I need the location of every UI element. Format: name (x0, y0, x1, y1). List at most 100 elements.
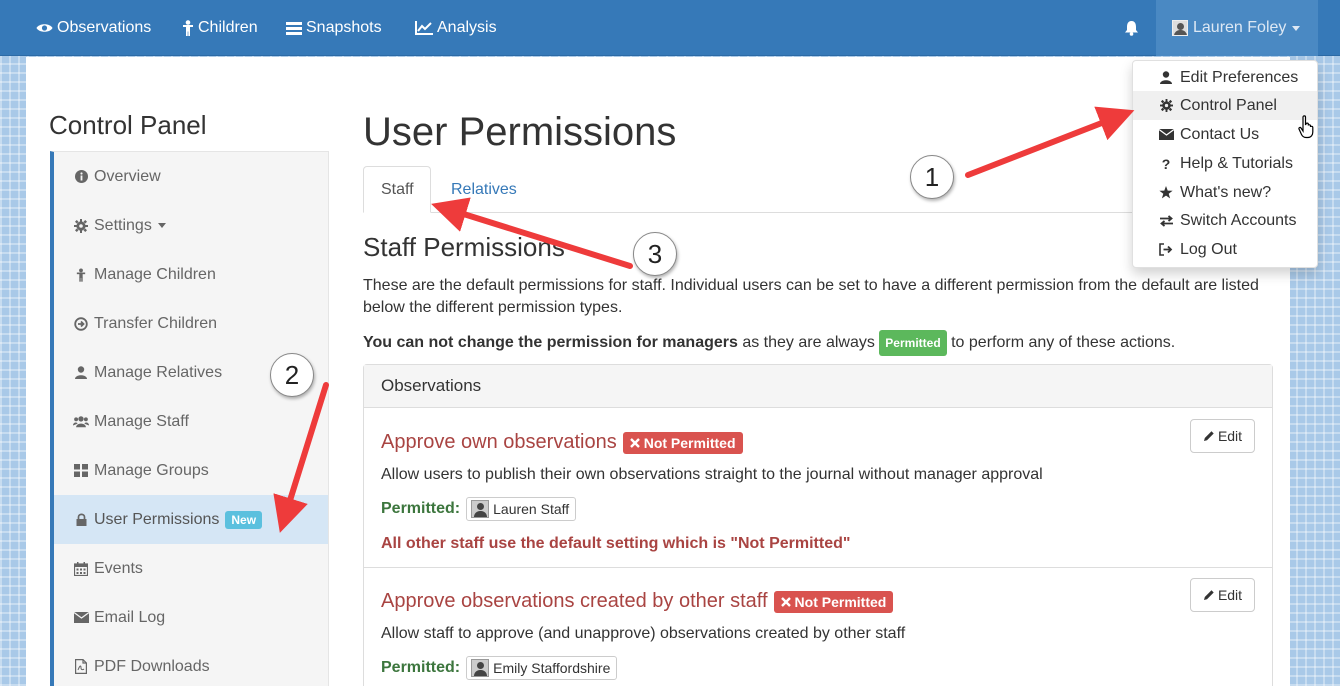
nav-children-label: Children (198, 19, 258, 36)
callout-2: 2 (270, 353, 314, 397)
menu-item-label: Edit Preferences (1180, 68, 1299, 86)
callout-1: 1 (910, 155, 954, 199)
sidebar-item-label: User Permissions (94, 510, 220, 528)
menu-item-edit-preferences[interactable]: Edit Preferences (1133, 63, 1317, 92)
envelope-icon (1158, 129, 1174, 140)
permitted-label: Permitted: (381, 500, 461, 517)
menu-item-control-panel[interactable]: Control Panel (1133, 91, 1317, 120)
tab-relatives[interactable]: Relatives (434, 166, 534, 213)
envelope-icon (73, 612, 89, 623)
list-icon (286, 21, 302, 35)
panel-heading: Observations (364, 365, 1272, 408)
menu-item-label: Switch Accounts (1180, 211, 1297, 229)
star-icon (1158, 186, 1174, 199)
sidebar-item-pdf-downloads[interactable]: PDF Downloads (54, 642, 328, 686)
user-menu-toggle[interactable]: Lauren Foley (1156, 0, 1318, 56)
permission-title-text: Approve observations created by other st… (381, 590, 768, 612)
pencil-icon (1203, 590, 1214, 600)
sidebar-item-events[interactable]: Events (54, 544, 328, 593)
sidebar: Overview Settings Manage Children Transf… (50, 151, 329, 686)
menu-item-label: Control Panel (1180, 96, 1277, 114)
managers-note-end: to perform any of these actions. (946, 334, 1176, 351)
menu-item-help-tutorials[interactable]: ? Help & Tutorials (1133, 149, 1317, 178)
callout-3: 3 (633, 232, 677, 276)
tab-staff[interactable]: Staff (363, 166, 431, 213)
status-badge: Not Permitted (622, 431, 743, 454)
user-chip[interactable]: Lauren Staff (466, 497, 577, 521)
gear-icon (73, 218, 89, 233)
sidebar-item-email-log[interactable]: Email Log (54, 593, 328, 642)
exchange-icon (1158, 214, 1174, 227)
gear-icon (1158, 99, 1174, 112)
menu-item-label: Help & Tutorials (1180, 154, 1293, 172)
sidebar-item-label: Manage Groups (94, 461, 209, 479)
section-title: Staff Permissions (363, 232, 565, 262)
line-chart-icon (415, 21, 433, 35)
status-badge-text: Not Permitted (794, 593, 887, 610)
sign-out-icon (1158, 243, 1174, 256)
menu-item-log-out[interactable]: Log Out (1133, 235, 1317, 264)
sidebar-item-manage-children[interactable]: Manage Children (54, 250, 328, 299)
permitted-users: Permitted: Emily Staffordshire (381, 656, 618, 680)
sidebar-item-transfer-children[interactable]: Transfer Children (54, 299, 328, 348)
caret-down-icon (157, 223, 166, 228)
user-chip[interactable]: Emily Staffordshire (466, 656, 618, 680)
default-setting-note: All other staff use the default setting … (381, 535, 851, 552)
edit-button[interactable]: Edit (1190, 578, 1255, 612)
sidebar-item-user-permissions[interactable]: User Permissions New (54, 495, 328, 544)
avatar (471, 659, 490, 677)
hand-cursor-icon (1298, 115, 1314, 139)
nav-snapshots[interactable]: Snapshots (286, 0, 382, 56)
user-name: Lauren Foley (1193, 19, 1287, 36)
sidebar-item-label: PDF Downloads (94, 657, 210, 675)
permitted-users: Permitted: Lauren Staff (381, 497, 577, 521)
intro-text: These are the default permissions for st… (363, 275, 1273, 319)
sidebar-item-label: Overview (94, 167, 161, 185)
user-icon (73, 366, 89, 379)
top-navbar: Observations Children Snapshots Analysis… (0, 0, 1340, 56)
times-icon (629, 437, 640, 448)
bell-icon (1125, 21, 1138, 36)
lock-icon (73, 513, 89, 526)
sidebar-item-label: Manage Children (94, 265, 216, 283)
caret-down-icon (1292, 25, 1301, 31)
sidebar-item-label: Settings (94, 216, 152, 234)
sidebar-item-manage-groups[interactable]: Manage Groups (54, 446, 328, 495)
permitted-label: Permitted: (381, 659, 461, 676)
nav-observations[interactable]: Observations (36, 0, 151, 56)
notifications-button[interactable] (1124, 0, 1143, 56)
page-title: User Permissions (363, 110, 677, 154)
nav-children[interactable]: Children (182, 0, 258, 56)
edit-button[interactable]: Edit (1190, 419, 1255, 453)
menu-item-contact-us[interactable]: Contact Us (1133, 120, 1317, 149)
menu-item-switch-accounts[interactable]: Switch Accounts (1133, 206, 1317, 235)
permitted-badge: Permitted (879, 330, 947, 356)
managers-note-bold: You can not change the permission for ma… (363, 334, 738, 351)
sidebar-item-manage-staff[interactable]: Manage Staff (54, 397, 328, 446)
users-icon (73, 415, 89, 428)
nav-observations-label: Observations (57, 19, 152, 36)
grid-icon (73, 464, 89, 477)
user-dropdown-menu: Edit Preferences Control Panel Contact U… (1132, 60, 1318, 268)
managers-note: You can not change the permission for ma… (363, 330, 1273, 356)
sidebar-item-settings[interactable]: Settings (54, 201, 328, 250)
permission-title: Approve own observations Not Permitted (381, 431, 743, 454)
menu-item-label: Contact Us (1180, 125, 1260, 143)
observations-panel: Observations Approve own observations No… (363, 364, 1273, 686)
tab-label: Relatives (451, 180, 517, 198)
intro-line-1: These are the default permissions for st… (363, 277, 1259, 294)
sidebar-item-overview[interactable]: Overview (54, 152, 328, 201)
permission-description: Allow users to publish their own observa… (381, 466, 1043, 483)
sidebar-item-label: Email Log (94, 608, 166, 626)
calendar-icon (73, 561, 89, 576)
menu-item-whats-new[interactable]: What's new? (1133, 178, 1317, 207)
edit-label: Edit (1217, 428, 1243, 444)
permission-title: Approve observations created by other st… (381, 590, 894, 613)
sidebar-item-label: Transfer Children (94, 314, 218, 332)
user-chip-name: Emily Staffordshire (493, 660, 611, 676)
nav-analysis[interactable]: Analysis (415, 0, 497, 56)
nav-snapshots-label: Snapshots (306, 19, 382, 36)
sidebar-item-label: Manage Staff (94, 412, 189, 430)
permission-description: Allow staff to approve (and unapprove) o… (381, 625, 906, 642)
tab-label: Staff (381, 180, 414, 198)
